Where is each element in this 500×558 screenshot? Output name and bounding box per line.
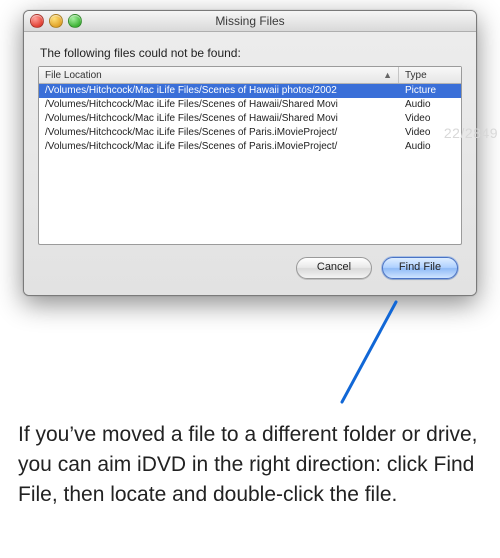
column-header-type[interactable]: Type [399,67,461,83]
cell-location: /Volumes/Hitchcock/Mac iLife Files/Scene… [39,84,399,98]
missing-files-list[interactable]: File Location ▲ Type /Volumes/Hitchcock/… [38,66,462,245]
table-row[interactable]: /Volumes/Hitchcock/Mac iLife Files/Scene… [39,84,461,98]
cancel-button[interactable]: Cancel [296,257,372,279]
figure-caption: If you’ve moved a file to a different fo… [18,420,482,510]
window-title: Missing Files [215,14,284,28]
column-header-location[interactable]: File Location ▲ [39,67,399,83]
cell-type: Video [399,112,461,126]
find-file-button[interactable]: Find File [382,257,458,279]
missing-files-dialog: Missing Files The following files could … [23,10,477,296]
table-row[interactable]: /Volumes/Hitchcock/Mac iLife Files/Scene… [39,126,461,140]
dialog-message: The following files could not be found: [40,46,460,60]
cell-type: Audio [399,98,461,112]
table-row[interactable]: /Volumes/Hitchcock/Mac iLife Files/Scene… [39,98,461,112]
close-icon[interactable] [30,14,44,28]
cell-type: Picture [399,84,461,98]
callout-arrow [322,298,412,408]
table-row[interactable]: /Volumes/Hitchcock/Mac iLife Files/Scene… [39,112,461,126]
column-header-location-label: File Location [45,70,102,81]
cell-location: /Volumes/Hitchcock/Mac iLife Files/Scene… [39,98,399,112]
cell-location: /Volumes/Hitchcock/Mac iLife Files/Scene… [39,112,399,126]
column-header-type-label: Type [405,70,427,81]
titlebar: Missing Files [24,11,476,32]
minimize-icon[interactable] [49,14,63,28]
watermark-text: 22/2849 [444,125,498,141]
cell-location: /Volumes/Hitchcock/Mac iLife Files/Scene… [39,140,399,154]
table-row[interactable]: /Volumes/Hitchcock/Mac iLife Files/Scene… [39,140,461,154]
sort-indicator-icon: ▲ [383,70,392,80]
cell-type: Audio [399,140,461,154]
zoom-icon[interactable] [68,14,82,28]
cell-location: /Volumes/Hitchcock/Mac iLife Files/Scene… [39,126,399,140]
list-header: File Location ▲ Type [39,67,461,84]
